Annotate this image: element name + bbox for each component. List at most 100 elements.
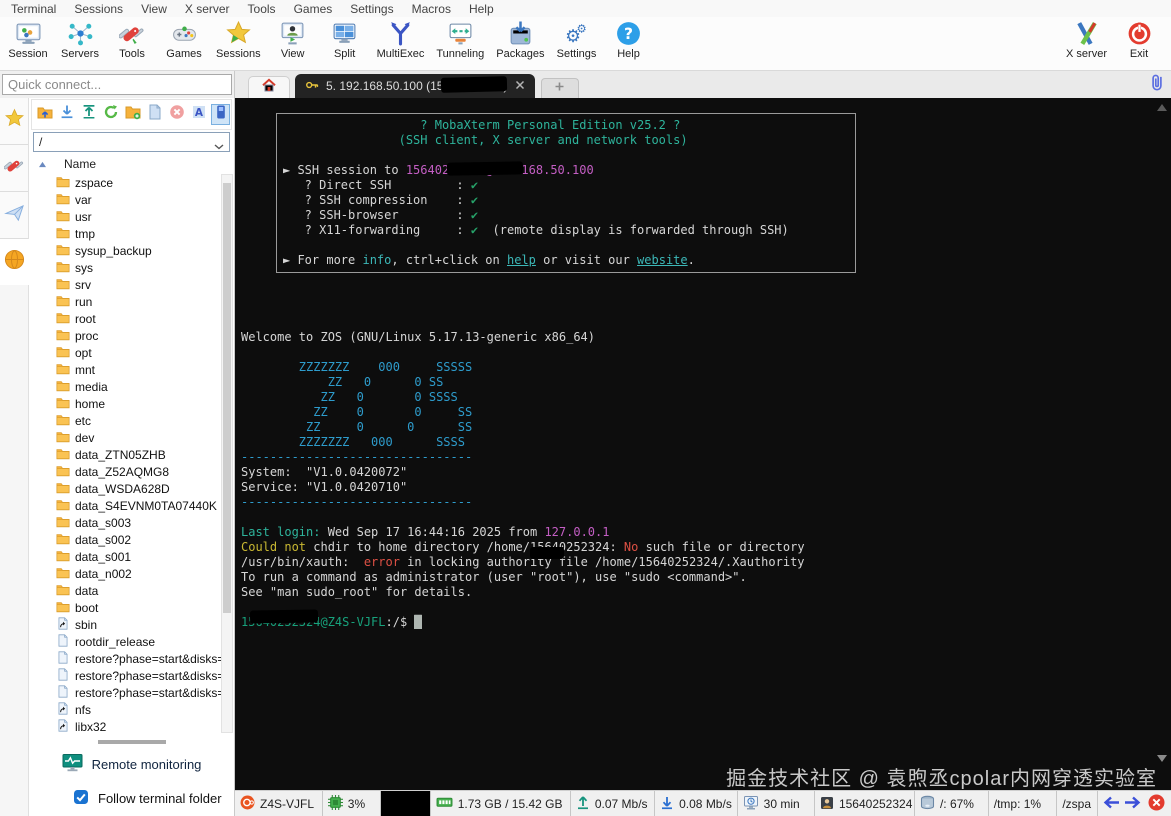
terminal-area[interactable]: ? MobaXterm Personal Edition v25.2 ? (SS… <box>235 98 1171 790</box>
tree-item-data-s4evnm0ta07440k[interactable]: data_S4EVNM0TA07440K <box>29 497 234 514</box>
scroll-down-arrow-icon[interactable] <box>1157 755 1167 762</box>
new-tab-button[interactable] <box>540 78 579 98</box>
tree-item-restore-phase-start-disks[interactable]: restore?phase=start&disks=. <box>29 650 234 667</box>
menu-item-settings[interactable]: Settings <box>341 2 402 16</box>
statusbar-host: Z4S-VJFL <box>235 791 323 816</box>
sessions-tab[interactable] <box>0 98 28 145</box>
tunneling-button[interactable]: Tunneling <box>430 18 490 60</box>
tree-item-label: home <box>75 396 106 411</box>
follow-terminal-folder-checkbox[interactable]: Follow terminal folder <box>29 780 234 808</box>
terminal-text: Welcome to ZOS (GNU/Linux 5.17.13-generi… <box>241 330 596 344</box>
menu-item-view[interactable]: View <box>132 2 176 16</box>
packages-button[interactable]: Packages <box>490 18 550 60</box>
packages-icon <box>507 20 534 47</box>
path-dropdown[interactable]: / <box>33 132 230 152</box>
menu-item-x-server[interactable]: X server <box>176 2 239 16</box>
tree-item-var[interactable]: var <box>29 191 234 208</box>
tools-tab[interactable] <box>0 145 28 192</box>
tree-item-tmp[interactable]: tmp <box>29 225 234 242</box>
view-button[interactable]: View <box>267 18 319 60</box>
tree-item-sys[interactable]: sys <box>29 259 234 276</box>
tree-item-opt[interactable]: opt <box>29 344 234 361</box>
menu-item-games[interactable]: Games <box>285 2 342 16</box>
remote-monitoring-button[interactable]: Remote monitoring <box>29 746 234 780</box>
tree-scrollbar[interactable] <box>221 174 233 733</box>
paperclip-icon[interactable] <box>1148 73 1166 93</box>
tree-item-data[interactable]: data <box>29 582 234 599</box>
home-tab[interactable] <box>248 76 290 98</box>
menu-item-sessions[interactable]: Sessions <box>65 2 132 16</box>
tree-item-boot[interactable]: boot <box>29 599 234 616</box>
multiexec-button[interactable]: MultiExec <box>371 18 431 60</box>
split-button[interactable]: Split <box>319 18 371 60</box>
folder-icon <box>56 396 70 412</box>
xserver-button[interactable]: X server <box>1060 18 1113 60</box>
tree-item-data-n002[interactable]: data_n002 <box>29 565 234 582</box>
new-folder-button[interactable] <box>123 104 142 125</box>
swiss-knife-icon <box>3 155 25 181</box>
games-button[interactable]: Games <box>158 18 210 60</box>
delete-button[interactable] <box>167 104 186 125</box>
go-to-parent-folder-button[interactable] <box>35 104 54 125</box>
tree-item-root[interactable]: root <box>29 310 234 327</box>
tree-item-proc[interactable]: proc <box>29 327 234 344</box>
tree-item-data-z52aqmg8[interactable]: data_Z52AQMG8 <box>29 463 234 480</box>
settings-button[interactable]: ⚙ ⚙ Settings <box>551 18 603 60</box>
new-file-button[interactable] <box>145 104 164 125</box>
help-icon: ? <box>615 20 642 47</box>
servers-button[interactable]: Servers <box>54 18 106 60</box>
statusbar-close-button[interactable] <box>1146 791 1171 816</box>
tools-button[interactable]: Tools <box>106 18 158 60</box>
nav-right-arrow-icon[interactable] <box>1124 796 1141 812</box>
tree-item-zspace[interactable]: zspace <box>29 174 234 191</box>
refresh-button[interactable] <box>101 104 120 125</box>
tree-item-restore-phase-start-disks[interactable]: restore?phase=start&disks=. <box>29 684 234 701</box>
tree-item-libx32[interactable]: libx32 <box>29 718 234 735</box>
tree-item-data-s001[interactable]: data_s001 <box>29 548 234 565</box>
terminal-text: 127.0.0.1 <box>544 525 610 539</box>
menu-item-macros[interactable]: Macros <box>403 2 460 16</box>
tree-item-restore-phase-start-disks[interactable]: restore?phase=start&disks=. <box>29 667 234 684</box>
tree-item-nfs[interactable]: nfs <box>29 701 234 718</box>
help-link[interactable]: help <box>507 253 536 267</box>
download-icon <box>59 104 75 125</box>
star-button[interactable]: Sessions <box>210 18 267 60</box>
toggle-panel-button[interactable] <box>211 104 230 125</box>
tree-item-data-s003[interactable]: data_s003 <box>29 514 234 531</box>
sftp-tab[interactable] <box>0 239 29 285</box>
tree-item-mnt[interactable]: mnt <box>29 361 234 378</box>
nav-left-arrow-icon[interactable] <box>1103 796 1120 812</box>
tree-item-data-s002[interactable]: data_s002 <box>29 531 234 548</box>
panel-splitter[interactable] <box>29 737 234 746</box>
tree-item-home[interactable]: home <box>29 395 234 412</box>
terminal-text: No <box>623 540 639 554</box>
menu-item-tools[interactable]: Tools <box>239 2 285 16</box>
session-button[interactable]: Session <box>2 18 54 60</box>
tree-item-label: data_WSDA628D <box>75 481 170 496</box>
tree-item-rootdir-release[interactable]: rootdir_release <box>29 633 234 650</box>
tab-close-icon[interactable] <box>515 79 525 93</box>
macros-tab[interactable] <box>0 192 28 239</box>
tree-item-run[interactable]: run <box>29 293 234 310</box>
menu-item-help[interactable]: Help <box>460 2 503 16</box>
tree-item-etc[interactable]: etc <box>29 412 234 429</box>
tree-item-sbin[interactable]: sbin <box>29 616 234 633</box>
tree-item-sysup-backup[interactable]: sysup_backup <box>29 242 234 259</box>
tree-item-data-wsda628d[interactable]: data_WSDA628D <box>29 480 234 497</box>
scroll-up-arrow-icon[interactable] <box>1157 104 1167 111</box>
quick-connect-input[interactable] <box>2 74 232 95</box>
exit-button[interactable]: Exit <box>1113 18 1165 60</box>
tree-item-media[interactable]: media <box>29 378 234 395</box>
download-button[interactable] <box>57 104 76 125</box>
tree-item-usr[interactable]: usr <box>29 208 234 225</box>
tree-item-data-ztn05zhb[interactable]: data_ZTN05ZHB <box>29 446 234 463</box>
help-button[interactable]: ? Help <box>603 18 655 60</box>
website-link[interactable]: website <box>637 253 688 267</box>
tree-item-dev[interactable]: dev <box>29 429 234 446</box>
file-icon <box>56 684 70 701</box>
upload-button[interactable] <box>79 104 98 125</box>
encoding-button[interactable]: A <box>189 104 208 125</box>
tree-header[interactable]: Name <box>29 153 234 174</box>
menu-item-terminal[interactable]: Terminal <box>2 2 65 16</box>
tree-item-srv[interactable]: srv <box>29 276 234 293</box>
